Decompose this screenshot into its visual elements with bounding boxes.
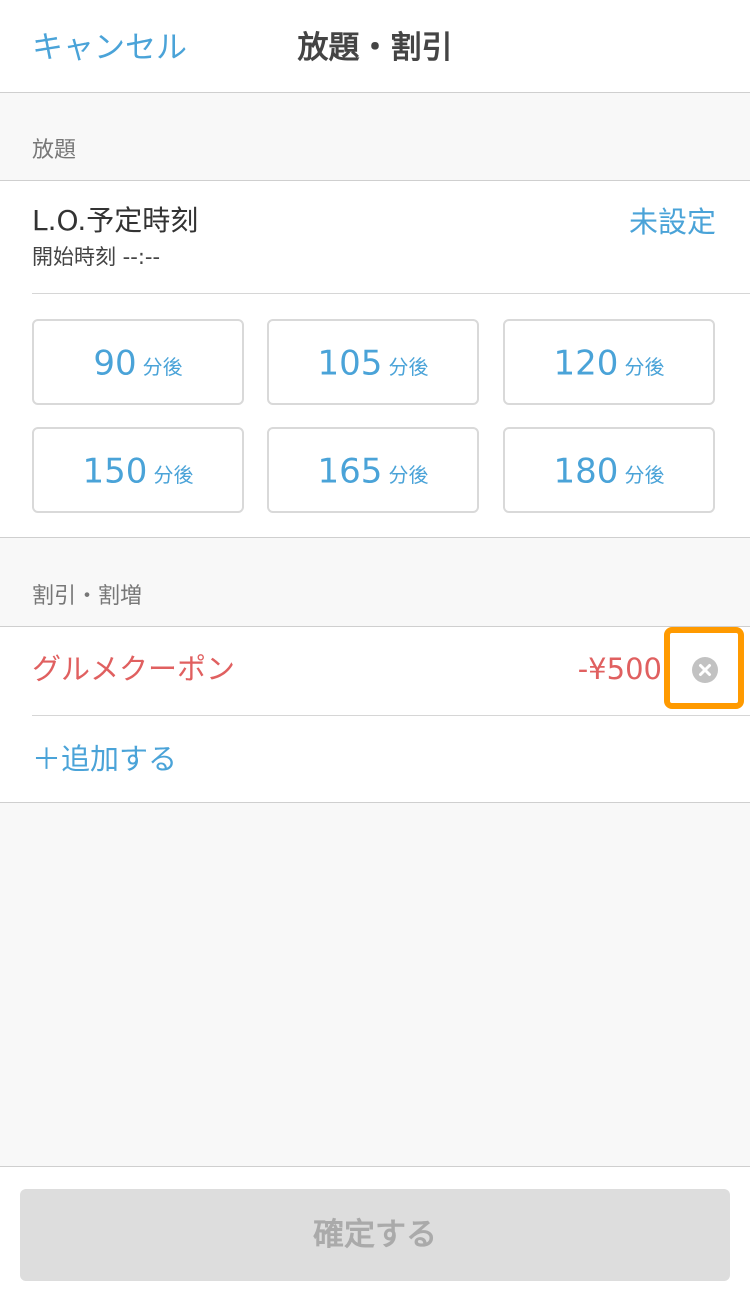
preset-value: 180 — [553, 451, 619, 492]
lo-time-title: L.O.予定時刻 — [32, 204, 199, 237]
preset-unit: 分後 — [142, 354, 183, 379]
preset-105-button[interactable]: 105 分後 — [267, 319, 479, 405]
discount-amount: -¥500 — [577, 652, 662, 686]
start-time-label: 開始時刻 --:-- — [32, 245, 161, 269]
preset-150-button[interactable]: 150 分後 — [32, 427, 244, 513]
row-divider — [32, 293, 750, 294]
preset-165-button[interactable]: 165 分後 — [267, 427, 479, 513]
preset-unit: 分後 — [624, 462, 665, 487]
preset-value: 90 — [93, 343, 137, 384]
preset-unit: 分後 — [388, 462, 429, 487]
preset-120-button[interactable]: 120 分後 — [503, 319, 715, 405]
row-divider — [32, 715, 750, 716]
preset-90-button[interactable]: 90 分後 — [32, 319, 244, 405]
preset-180-button[interactable]: 180 分後 — [503, 427, 715, 513]
preset-value: 120 — [553, 343, 619, 384]
lo-time-row[interactable]: L.O.予定時刻 開始時刻 --:-- 未設定 — [0, 181, 750, 293]
discount-row[interactable]: グルメクーポン -¥500 — [0, 627, 750, 715]
preset-value: 105 — [317, 343, 383, 384]
preset-unit: 分後 — [153, 462, 194, 487]
section-label-discount: 割引・割増 — [32, 584, 143, 609]
discount-group: グルメクーポン -¥500 ＋追加する — [0, 626, 750, 803]
nav-bar: キャンセル 放題・割引 — [0, 0, 750, 93]
remove-discount-button[interactable] — [664, 627, 744, 709]
page-title: 放題・割引 — [297, 30, 453, 66]
preset-value: 165 — [317, 451, 383, 492]
section-label-all-you-can: 放題 — [32, 138, 77, 163]
footer-bar: 確定する — [0, 1166, 750, 1299]
preset-value: 150 — [82, 451, 148, 492]
discount-name: グルメクーポン — [32, 652, 236, 686]
confirm-button[interactable]: 確定する — [20, 1189, 730, 1281]
preset-unit: 分後 — [624, 354, 665, 379]
preset-unit: 分後 — [388, 354, 429, 379]
lo-time-status[interactable]: 未設定 — [629, 203, 716, 241]
close-circle-icon — [692, 657, 718, 683]
add-discount-button[interactable]: ＋追加する — [32, 739, 177, 779]
all-you-can-group: L.O.予定時刻 開始時刻 --:-- 未設定 90 分後 105 分後 120 分後… — [0, 180, 750, 538]
